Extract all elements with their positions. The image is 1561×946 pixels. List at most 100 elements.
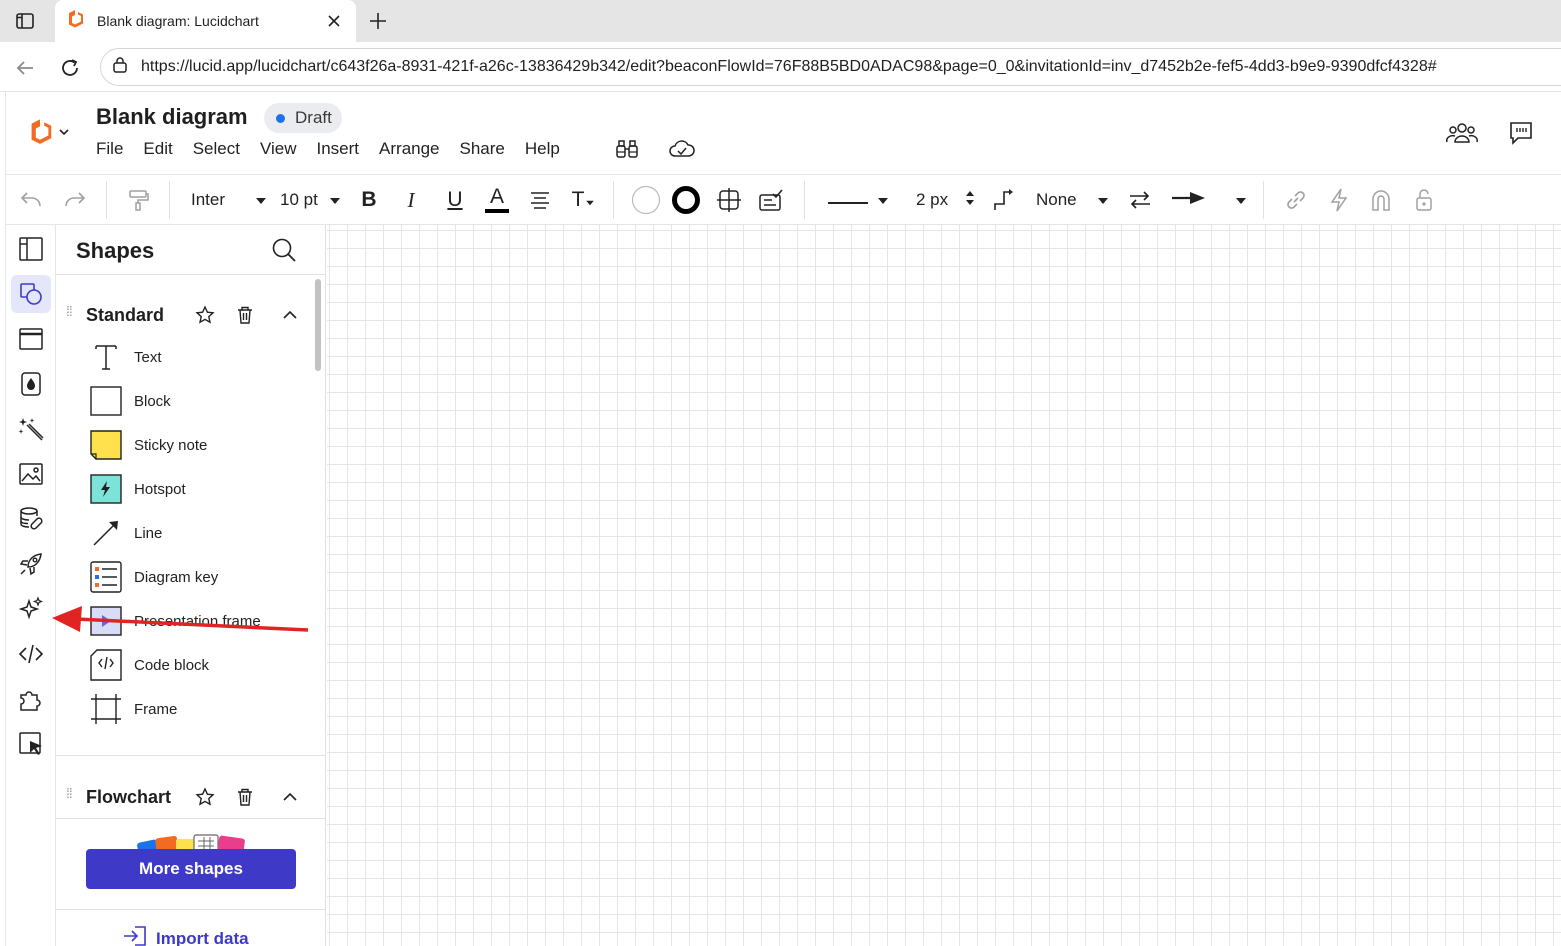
star-icon[interactable] <box>193 303 217 327</box>
shape-presentation-frame[interactable]: Presentation frame <box>89 603 309 639</box>
italic-button[interactable]: I <box>398 185 424 215</box>
trash-icon[interactable] <box>233 303 257 327</box>
bold-button[interactable]: B <box>356 185 382 215</box>
toolbar-divider <box>106 181 107 219</box>
status-label: Draft <box>295 108 332 127</box>
section-header-flowchart[interactable]: ⁞⁞ Flowchart <box>56 779 314 815</box>
section-divider <box>56 818 326 819</box>
theme-drop-icon[interactable] <box>11 365 51 403</box>
align-text-icon[interactable] <box>527 185 553 215</box>
menu-edit[interactable]: Edit <box>133 138 182 160</box>
new-tab-icon[interactable] <box>365 8 391 34</box>
shape-diagram-key[interactable]: Diagram key <box>89 559 309 595</box>
templates-panel-icon[interactable] <box>11 320 51 358</box>
font-size-select[interactable]: 10 pt <box>280 185 340 215</box>
back-arrow-icon[interactable] <box>12 55 38 81</box>
arrow-end-icon <box>1172 190 1206 210</box>
panel-scrollbar[interactable] <box>315 279 321 371</box>
import-arrow-icon <box>122 925 148 946</box>
browser-tab-active[interactable]: Blank diagram: Lucidchart <box>55 0 356 42</box>
menu-bar: File Edit Select View Insert Arrange Sha… <box>95 138 570 160</box>
drag-handle-icon[interactable]: ⁞⁞ <box>66 304 73 318</box>
shape-block[interactable]: Block <box>89 383 309 419</box>
text-color-button[interactable]: A <box>484 185 510 215</box>
style-panel-icon[interactable] <box>756 185 786 215</box>
shape-hotspot[interactable]: Hotspot <box>89 471 309 507</box>
shape-text[interactable]: Text <box>89 339 309 375</box>
line-end-select[interactable] <box>1172 185 1246 215</box>
shape-code-block[interactable]: Code block <box>89 647 309 683</box>
page-panel-icon[interactable] <box>11 230 51 268</box>
caret-down-icon <box>1236 190 1246 210</box>
menu-insert[interactable]: Insert <box>307 138 370 160</box>
shape-options-icon[interactable] <box>714 185 744 215</box>
shape-sticky-note[interactable]: Sticky note <box>89 427 309 463</box>
status-badge[interactable]: Draft <box>264 103 342 133</box>
app-menu-button[interactable] <box>26 118 76 148</box>
fill-color-icon[interactable] <box>630 185 662 215</box>
presentation-frame-icon <box>89 604 123 638</box>
menu-share[interactable]: Share <box>450 138 515 160</box>
line-color-icon[interactable] <box>670 185 702 215</box>
shapes-panel-icon[interactable] <box>11 275 51 313</box>
redo-icon[interactable] <box>60 185 90 215</box>
star-icon[interactable] <box>193 785 217 809</box>
shape-label: Presentation frame <box>134 612 261 630</box>
cloud-saved-icon[interactable] <box>666 134 698 164</box>
reload-icon[interactable] <box>57 55 83 81</box>
line-width-stepper[interactable]: 2 px <box>916 185 974 215</box>
comments-icon[interactable] <box>1505 118 1537 148</box>
lightning-icon[interactable] <box>1325 185 1353 215</box>
underline-button[interactable]: U <box>442 185 468 215</box>
shape-frame[interactable]: Frame <box>89 691 309 727</box>
data-linking-icon[interactable] <box>11 500 51 538</box>
menu-view[interactable]: View <box>250 138 307 160</box>
menu-file[interactable]: File <box>95 138 133 160</box>
format-painter-icon[interactable] <box>124 185 154 215</box>
collaborators-icon[interactable] <box>1446 118 1478 148</box>
image-panel-icon[interactable] <box>11 455 51 493</box>
link-icon[interactable] <box>1282 185 1310 215</box>
site-info-icon[interactable] <box>111 56 129 79</box>
line-style-select[interactable] <box>828 185 888 215</box>
menu-arrange[interactable]: Arrange <box>369 138 449 160</box>
menu-select[interactable]: Select <box>183 138 250 160</box>
magnet-icon[interactable] <box>1367 185 1395 215</box>
ai-sparkle-icon[interactable] <box>11 590 51 628</box>
font-family-select[interactable]: Inter <box>191 185 266 215</box>
swap-arrows-icon[interactable] <box>1126 185 1154 215</box>
chevron-up-icon[interactable] <box>278 785 302 809</box>
connector-elbow-icon[interactable] <box>990 185 1018 215</box>
search-icon[interactable] <box>269 235 299 265</box>
line-width-value: 2 px <box>916 190 949 209</box>
menu-help[interactable]: Help <box>515 138 570 160</box>
section-header-standard[interactable]: ⁞⁞ Standard <box>56 297 314 333</box>
code-block-icon <box>89 648 123 682</box>
undo-icon[interactable] <box>16 185 46 215</box>
diagram-canvas[interactable] <box>327 225 1561 946</box>
close-tab-icon[interactable] <box>324 11 344 31</box>
shape-label: Block <box>134 392 171 410</box>
shapes-panel: Shapes ⁞⁞ Standard Text Block Sticky not… <box>56 225 326 946</box>
line-start-select[interactable]: None <box>1036 185 1108 215</box>
document-title[interactable]: Blank diagram <box>96 104 248 130</box>
more-shapes-button[interactable]: More shapes <box>86 849 296 889</box>
url-field[interactable]: https://lucid.app/lucidchart/c643f26a-89… <box>100 48 1561 86</box>
rocket-icon[interactable] <box>11 545 51 583</box>
caret-down-icon <box>586 188 595 212</box>
chevron-up-icon[interactable] <box>278 303 302 327</box>
drag-handle-icon[interactable]: ⁞⁞ <box>66 786 73 800</box>
binoculars-icon[interactable] <box>611 134 643 164</box>
status-dot <box>276 113 285 123</box>
shape-label: Text <box>134 348 162 366</box>
integrations-puzzle-icon[interactable] <box>11 680 51 718</box>
lock-icon[interactable] <box>1410 185 1438 215</box>
text-options-button[interactable]: T <box>568 185 598 215</box>
interactive-hotspot-icon[interactable] <box>11 725 51 763</box>
trash-icon[interactable] <box>233 785 257 809</box>
shape-line[interactable]: Line <box>89 515 309 551</box>
code-icon[interactable] <box>11 635 51 673</box>
import-data-link[interactable]: Import data <box>122 925 249 946</box>
tab-actions-icon[interactable] <box>12 8 38 34</box>
magic-wand-icon[interactable] <box>11 410 51 448</box>
